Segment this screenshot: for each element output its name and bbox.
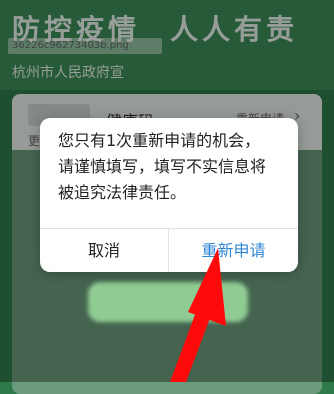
dialog-message-line: 被追究法律责任。 [58,183,187,202]
dialog-message: 您只有1次重新申请的机会， 请谨慎填写，填写不实信息将 被追究法律责任。 [58,128,283,206]
dialog-message-line: 您只有1次重新申请的机会， [58,131,261,150]
health-code-button-blurred [88,282,248,322]
reapply-dialog: 您只有1次重新申请的机会， 请谨慎填写，填写不实信息将 被追究法律责任。 取消 … [40,118,298,272]
reapply-button[interactable]: 重新申请 [169,229,298,272]
dialog-message-line: 请谨慎填写，填写不实信息将 [58,157,267,176]
cancel-button[interactable]: 取消 [40,229,168,272]
